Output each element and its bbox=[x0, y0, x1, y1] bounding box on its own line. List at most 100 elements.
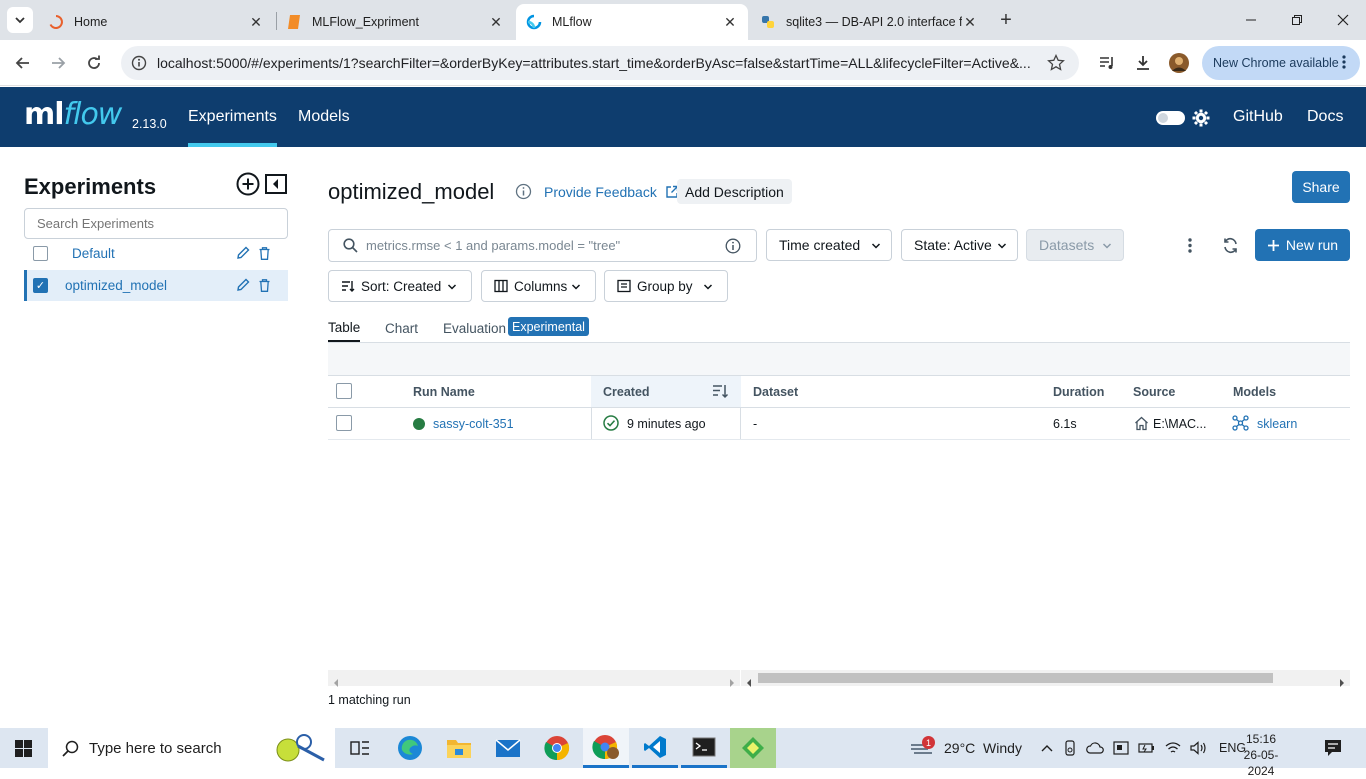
column-header-run-name[interactable]: Run Name bbox=[413, 376, 475, 407]
time-created-dropdown[interactable]: Time created bbox=[766, 229, 892, 261]
column-header-source[interactable]: Source bbox=[1133, 376, 1175, 407]
close-icon[interactable]: ✕ bbox=[248, 14, 264, 31]
taskbar-vscode[interactable] bbox=[632, 728, 678, 768]
docs-link[interactable]: Docs bbox=[1307, 87, 1343, 147]
column-header-models[interactable]: Models bbox=[1233, 376, 1276, 407]
column-header-dataset[interactable]: Dataset bbox=[753, 376, 798, 407]
delete-trash-icon[interactable] bbox=[259, 247, 270, 263]
taskbar-edge[interactable] bbox=[387, 728, 433, 768]
state-filter-dropdown[interactable]: State: Active bbox=[901, 229, 1018, 261]
onedrive-cloud-icon[interactable] bbox=[1086, 742, 1104, 754]
refresh-icon[interactable] bbox=[1222, 237, 1239, 259]
new-tab-button[interactable]: + bbox=[994, 8, 1018, 32]
add-description-button[interactable]: Add Description bbox=[677, 179, 792, 204]
run-search-input[interactable]: metrics.rmse < 1 and params.model = "tre… bbox=[328, 229, 757, 262]
column-header-duration[interactable]: Duration bbox=[1053, 376, 1104, 407]
info-icon[interactable] bbox=[725, 238, 741, 254]
browser-tab-mlflow[interactable]: MLflow ✕ bbox=[516, 4, 748, 40]
browser-tab-home[interactable]: Home ✕ bbox=[38, 4, 274, 40]
tab-chart[interactable]: Chart bbox=[385, 315, 418, 342]
provide-feedback-link[interactable]: Provide Feedback bbox=[544, 184, 679, 200]
chevron-down-icon bbox=[571, 284, 581, 290]
taskbar-app-green[interactable] bbox=[730, 728, 776, 768]
settings-gear-icon[interactable] bbox=[1192, 109, 1210, 132]
taskbar-mail[interactable] bbox=[485, 728, 531, 768]
columns-dropdown[interactable]: Columns bbox=[481, 270, 596, 302]
create-experiment-icon[interactable] bbox=[236, 172, 260, 201]
sort-dropdown[interactable]: Sort: Created bbox=[328, 270, 472, 302]
notification-center-button[interactable] bbox=[1310, 728, 1356, 768]
meet-now-icon[interactable] bbox=[1113, 741, 1129, 755]
close-icon[interactable]: ✕ bbox=[962, 14, 978, 31]
security-icon[interactable] bbox=[1063, 740, 1077, 756]
restore-button[interactable] bbox=[1274, 0, 1320, 40]
new-chrome-available-button[interactable]: New Chrome available bbox=[1202, 46, 1360, 80]
weather-widget[interactable]: 1 29°C Windy bbox=[910, 728, 1022, 768]
delete-trash-icon[interactable] bbox=[259, 279, 270, 295]
tab-search-button[interactable] bbox=[7, 7, 33, 33]
mlflow-logo[interactable]: ml flow bbox=[24, 97, 122, 137]
site-info-icon[interactable] bbox=[131, 55, 147, 74]
reload-button[interactable] bbox=[79, 48, 109, 78]
group-by-dropdown[interactable]: Group by bbox=[604, 270, 728, 302]
power-plug-icon[interactable] bbox=[1138, 741, 1156, 755]
share-button[interactable]: Share bbox=[1292, 171, 1350, 203]
model-link[interactable]: sklearn bbox=[1257, 408, 1297, 439]
taskbar-search-box[interactable]: Type here to search bbox=[48, 728, 335, 768]
dark-mode-toggle[interactable] bbox=[1156, 111, 1185, 125]
nav-experiments[interactable]: Experiments bbox=[188, 87, 277, 147]
bookmark-star-icon[interactable] bbox=[1047, 53, 1065, 75]
column-header-created[interactable]: Created bbox=[603, 376, 650, 407]
media-control-button[interactable] bbox=[1092, 48, 1122, 78]
experiment-item-optimized-model[interactable]: ✓ optimized_model bbox=[24, 270, 288, 301]
taskbar-chrome-profile-active[interactable] bbox=[583, 728, 629, 768]
new-run-button[interactable]: New run bbox=[1255, 229, 1350, 261]
collapse-sidebar-icon[interactable] bbox=[265, 174, 287, 199]
run-name-link[interactable]: sassy-colt-351 bbox=[433, 408, 514, 439]
scroll-left-arrow-icon[interactable] bbox=[746, 674, 752, 692]
select-all-checkbox[interactable] bbox=[336, 383, 352, 399]
browser-tab-mlflow-expriment[interactable]: MLFlow_Expriment ✕ bbox=[276, 4, 514, 40]
close-window-button[interactable] bbox=[1320, 0, 1366, 40]
experiment-checkbox-checked[interactable]: ✓ bbox=[33, 278, 48, 293]
table-horizontal-scrollbar[interactable] bbox=[741, 670, 1350, 687]
tab-evaluation[interactable]: Evaluation bbox=[443, 315, 506, 342]
scroll-right-arrow-icon[interactable] bbox=[729, 674, 735, 692]
back-button[interactable] bbox=[8, 48, 38, 78]
search-experiments-input[interactable] bbox=[24, 208, 288, 239]
nav-models[interactable]: Models bbox=[298, 87, 350, 147]
task-view-button[interactable] bbox=[337, 728, 383, 768]
browser-tab-sqlite3[interactable]: sqlite3 — DB-API 2.0 interface f ✕ bbox=[750, 4, 988, 40]
more-options-icon[interactable] bbox=[1186, 237, 1194, 259]
downloads-button[interactable] bbox=[1128, 48, 1158, 78]
close-icon[interactable]: ✕ bbox=[722, 14, 738, 31]
scrollbar-thumb[interactable] bbox=[758, 673, 1273, 683]
tab-table[interactable]: Table bbox=[328, 315, 361, 342]
arrow-left-icon bbox=[15, 57, 29, 69]
experiment-item-default[interactable]: Default bbox=[24, 238, 288, 269]
experiment-checkbox[interactable] bbox=[33, 246, 48, 261]
chevron-up-icon[interactable] bbox=[1040, 743, 1054, 753]
scroll-left-arrow-icon[interactable] bbox=[333, 674, 339, 692]
wifi-icon[interactable] bbox=[1165, 741, 1181, 755]
clock[interactable]: 15:16 26-05-2024 bbox=[1232, 731, 1290, 779]
scroll-right-arrow-icon[interactable] bbox=[1339, 674, 1345, 692]
minimize-button[interactable] bbox=[1228, 0, 1274, 40]
taskbar-chrome[interactable] bbox=[534, 728, 580, 768]
forward-button[interactable] bbox=[43, 48, 73, 78]
address-bar[interactable]: localhost:5000/#/experiments/1?searchFil… bbox=[121, 46, 1079, 80]
github-link[interactable]: GitHub bbox=[1233, 87, 1283, 147]
edit-pencil-icon[interactable] bbox=[236, 246, 250, 263]
source-cell[interactable]: E:\MAC... bbox=[1153, 408, 1206, 439]
row-checkbox[interactable] bbox=[336, 415, 352, 431]
taskbar-terminal[interactable] bbox=[681, 728, 727, 768]
taskbar-file-explorer[interactable] bbox=[436, 728, 482, 768]
close-icon[interactable]: ✕ bbox=[488, 14, 504, 31]
info-icon[interactable] bbox=[515, 183, 532, 205]
edit-pencil-icon[interactable] bbox=[236, 278, 250, 295]
start-button[interactable] bbox=[0, 728, 46, 768]
sort-descending-icon[interactable] bbox=[712, 383, 729, 404]
pinned-columns-scrollbar[interactable] bbox=[328, 670, 740, 687]
profile-avatar[interactable] bbox=[1164, 48, 1194, 78]
volume-icon[interactable] bbox=[1190, 741, 1207, 755]
